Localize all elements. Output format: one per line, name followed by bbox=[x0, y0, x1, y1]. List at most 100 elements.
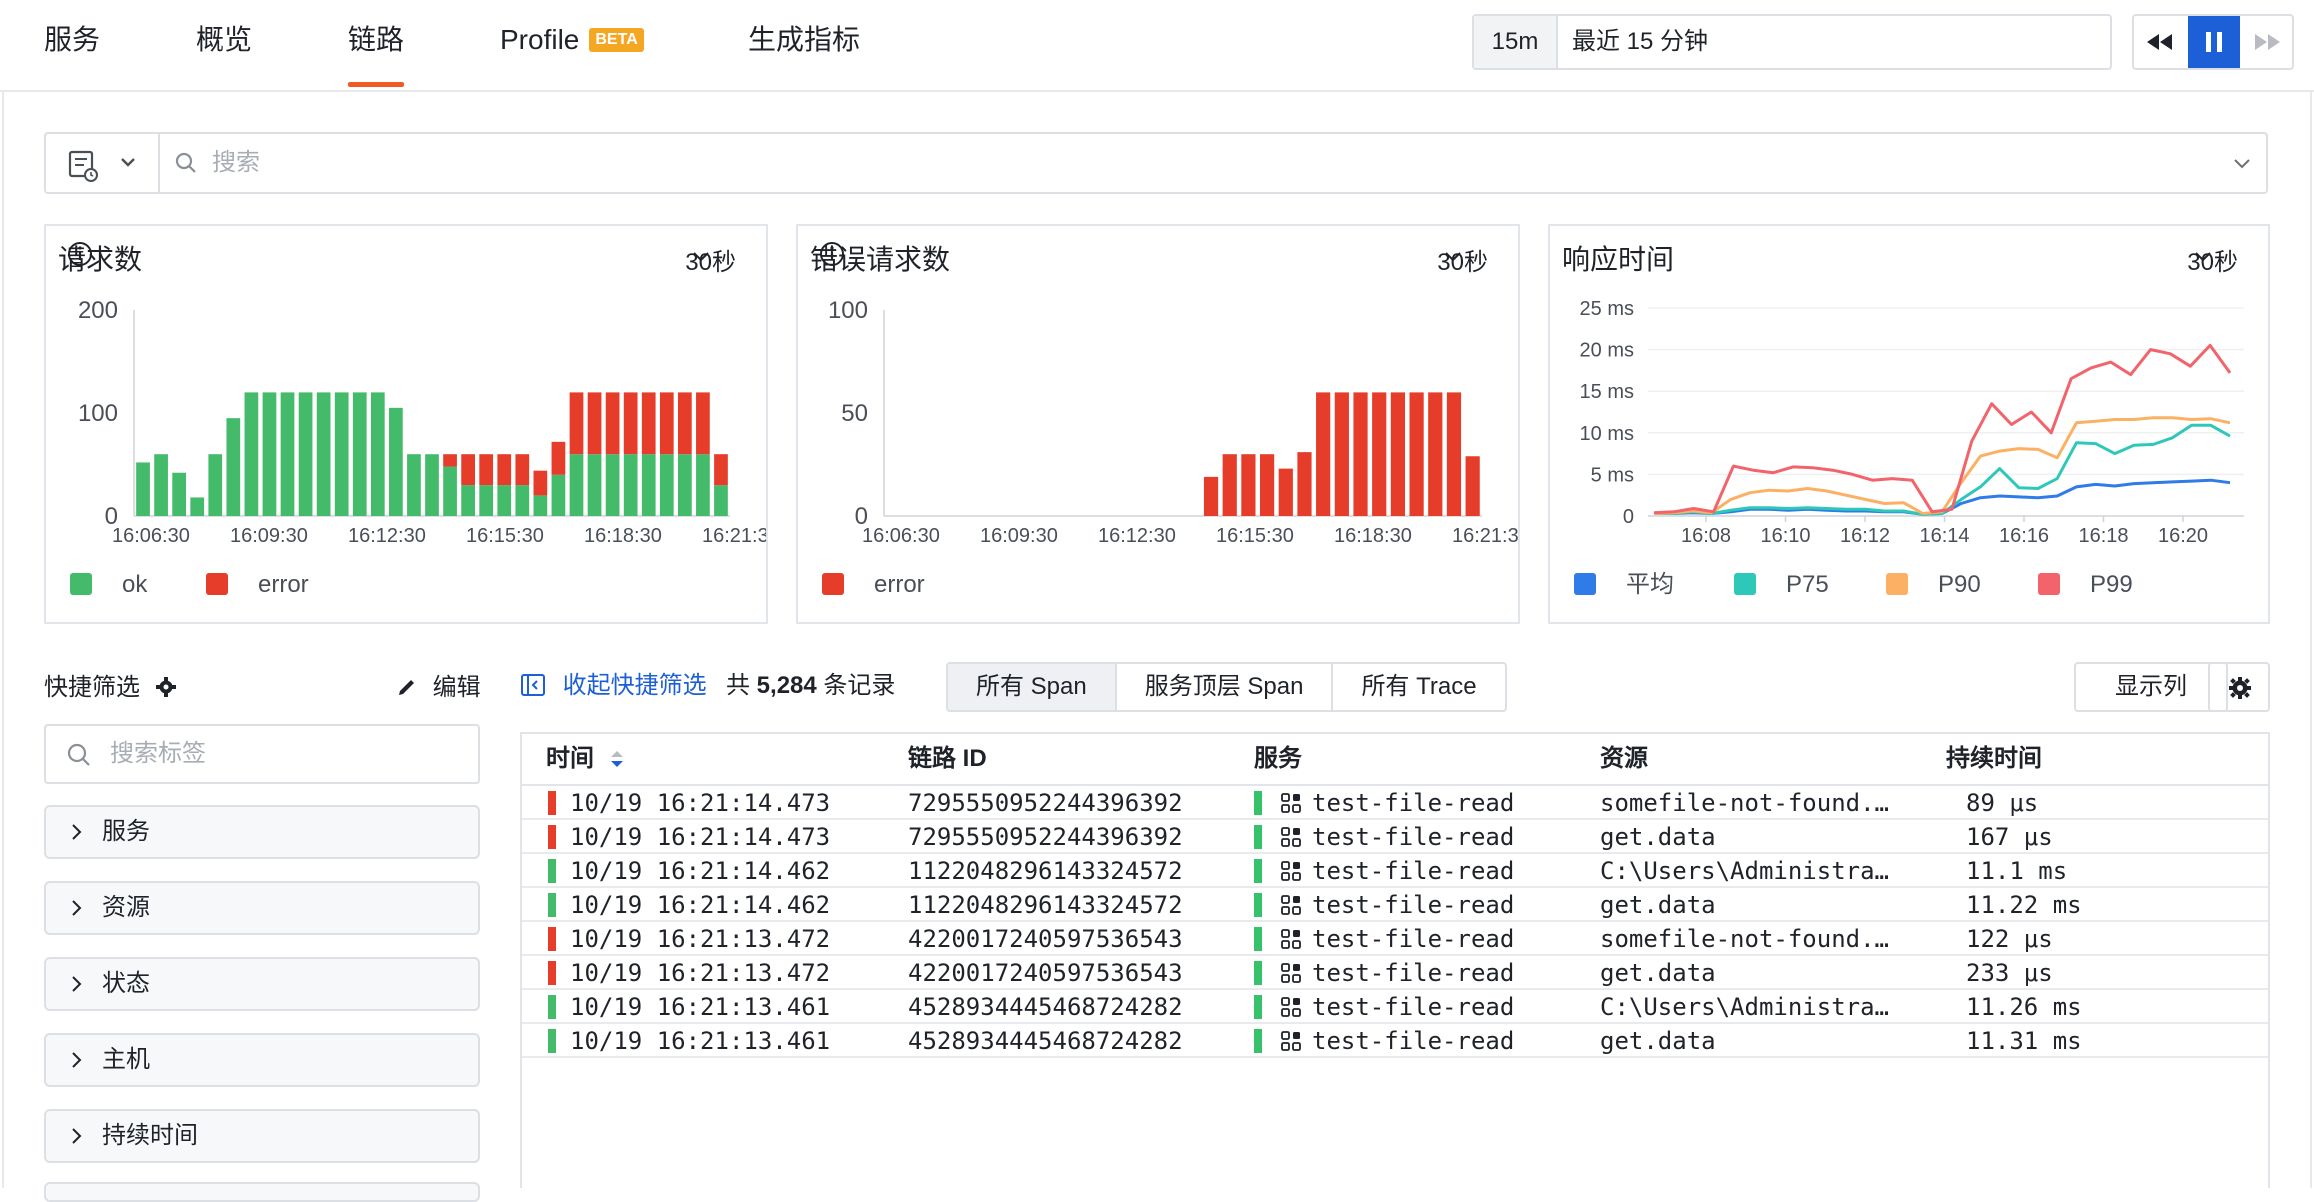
cell-resource: get.data bbox=[1600, 1027, 1716, 1055]
bar-error bbox=[1241, 454, 1256, 516]
cell-service: test-file-read bbox=[1312, 823, 1515, 851]
y-tick-label: 5 ms bbox=[1591, 464, 1634, 486]
bar-ok bbox=[298, 392, 313, 516]
facet-status[interactable]: 状态 bbox=[44, 957, 480, 1011]
playback-controls bbox=[2132, 14, 2294, 70]
cell-trace-id: 1122048296143324572 bbox=[908, 857, 1183, 885]
bar-error bbox=[677, 392, 692, 455]
bar-ok bbox=[262, 392, 277, 516]
cell-service: test-file-read bbox=[1312, 1027, 1515, 1055]
time-range-short: 15m bbox=[1474, 16, 1558, 68]
status-indicator bbox=[548, 893, 556, 917]
collapse-quick-filter-link[interactable]: 收起快捷筛选 bbox=[520, 668, 707, 704]
gear-icon[interactable] bbox=[155, 676, 177, 698]
bar-error bbox=[696, 392, 710, 455]
tag-search-field[interactable]: 搜索标签 bbox=[44, 724, 480, 784]
legend-swatch bbox=[70, 573, 92, 595]
facet-duration[interactable]: 持续时间 bbox=[44, 1109, 480, 1163]
cell-service: test-file-read bbox=[1312, 891, 1515, 919]
search-input[interactable]: 搜索 bbox=[212, 134, 260, 192]
show-columns-button[interactable]: 显示列 bbox=[2074, 662, 2228, 712]
table-row[interactable]: 10/19 16:21:13.472 4220017240597536543 tes… bbox=[522, 956, 2268, 990]
x-tick-label: 16:21:3 bbox=[702, 525, 766, 547]
cell-time: 10/19 16:21:14.462 bbox=[570, 891, 831, 919]
span-table: 时间 链路 ID 服务 资源 持续时间 10/19 16:21:14.473 72… bbox=[520, 732, 2270, 1188]
pause-button[interactable] bbox=[2188, 16, 2240, 68]
facet-service[interactable]: 服务 bbox=[44, 805, 480, 859]
cell-time: 10/19 16:21:14.473 bbox=[570, 789, 831, 817]
facet-label: 持续时间 bbox=[102, 1122, 198, 1149]
table-row[interactable]: 10/19 16:21:13.461 4528934445468724282 tes… bbox=[522, 1024, 2268, 1058]
service-color-indicator bbox=[1254, 859, 1262, 883]
tab-overview[interactable]: 概览 bbox=[196, 18, 252, 62]
legend-label: ok bbox=[122, 571, 148, 598]
legend-label: P90 bbox=[1938, 571, 1981, 598]
cell-duration: 167 μs bbox=[1966, 823, 2053, 851]
bar-error bbox=[1372, 392, 1387, 516]
column-header-time[interactable]: 时间 bbox=[546, 734, 625, 784]
facet-host[interactable]: 主机 bbox=[44, 1033, 480, 1087]
table-settings-button[interactable] bbox=[2208, 662, 2270, 712]
bar-error bbox=[1390, 392, 1406, 516]
tab-profile-label: Profile bbox=[500, 24, 580, 55]
tab-services[interactable]: 服务 bbox=[44, 18, 100, 62]
bar-error bbox=[497, 454, 512, 486]
column-header-service[interactable]: 服务 bbox=[1254, 734, 1302, 784]
legend-swatch bbox=[1574, 573, 1596, 595]
facet-label: 状态 bbox=[102, 970, 150, 997]
table-row[interactable]: 10/19 16:21:13.472 4220017240597536543 tes… bbox=[522, 922, 2268, 956]
column-header-trace-id[interactable]: 链路 ID bbox=[908, 734, 987, 784]
y-tick-label: 0 bbox=[1623, 506, 1634, 528]
facet-label: 主机 bbox=[102, 1046, 150, 1073]
chevron-down-icon[interactable] bbox=[2232, 153, 2252, 173]
segment-service-entry-spans[interactable]: 服务顶层 Span bbox=[1117, 664, 1334, 710]
bar-ok bbox=[479, 485, 494, 516]
facet-more[interactable] bbox=[44, 1182, 480, 1202]
column-header-duration[interactable]: 持续时间 bbox=[1946, 734, 2042, 784]
facet-resource[interactable]: 资源 bbox=[44, 881, 480, 935]
bar-error bbox=[1334, 392, 1349, 516]
cell-service: test-file-read bbox=[1312, 993, 1515, 1021]
bar-ok bbox=[696, 454, 710, 516]
errors-chart-card: 错误请求数 30秒 100 50 0 16:06:30 16:09:30 16:12:30… bbox=[796, 224, 1520, 624]
cell-resource: get.data bbox=[1600, 891, 1716, 919]
saved-query-dropdown[interactable] bbox=[46, 134, 160, 192]
quick-filter-edit-button[interactable]: 编辑 bbox=[396, 670, 481, 706]
table-row[interactable]: 10/19 16:21:14.473 7295550952244396392 tes… bbox=[522, 786, 2268, 820]
x-tick-label: 16:20 bbox=[2158, 525, 2208, 547]
table-row[interactable]: 10/19 16:21:13.461 4528934445468724282 tes… bbox=[522, 990, 2268, 1024]
pause-icon bbox=[2206, 32, 2222, 52]
segment-all-traces[interactable]: 所有 Trace bbox=[1333, 664, 1504, 710]
bar-error bbox=[1278, 468, 1293, 516]
status-indicator bbox=[548, 1029, 556, 1053]
bar-error bbox=[1446, 392, 1462, 516]
top-nav: 服务 概览 链路 Profile BETA 生成指标 15m 最近 15 分钟 bbox=[0, 0, 2314, 92]
cell-duration: 122 μs bbox=[1966, 925, 2053, 953]
legend-label: 平均 bbox=[1626, 571, 1674, 598]
bar-ok bbox=[407, 454, 421, 516]
table-row[interactable]: 10/19 16:21:14.473 7295550952244396392 tes… bbox=[522, 820, 2268, 854]
column-header-resource[interactable]: 资源 bbox=[1600, 734, 1648, 784]
sort-icon bbox=[610, 751, 623, 767]
tab-profile[interactable]: Profile BETA bbox=[500, 18, 644, 62]
fast-forward-button[interactable] bbox=[2242, 16, 2292, 68]
table-row[interactable]: 10/19 16:21:14.462 1122048296143324572 tes… bbox=[522, 888, 2268, 922]
rewind-icon bbox=[2147, 34, 2172, 50]
x-tick-label: 16:18:30 bbox=[584, 525, 662, 547]
time-range-picker[interactable]: 15m 最近 15 分钟 bbox=[1472, 14, 2112, 70]
bar-error bbox=[1316, 392, 1331, 516]
status-indicator bbox=[548, 791, 556, 815]
bar-error bbox=[1428, 392, 1443, 516]
requests-chart-card: 请求数 30秒 200 100 0 16:06:30 16:09:30 16:12:30 1… bbox=[44, 224, 768, 624]
chevron-right-icon bbox=[72, 976, 82, 992]
tab-generate-metrics[interactable]: 生成指标 bbox=[748, 18, 860, 62]
segment-all-spans[interactable]: 所有 Span bbox=[948, 664, 1117, 710]
bar-error bbox=[551, 441, 566, 475]
x-tick-label: 16:14 bbox=[1919, 525, 1969, 547]
bar-error bbox=[569, 392, 584, 455]
table-row[interactable]: 10/19 16:21:14.462 1122048296143324572 tes… bbox=[522, 854, 2268, 888]
record-count-prefix: 共 bbox=[726, 672, 750, 699]
tab-traces[interactable]: 链路 bbox=[348, 18, 405, 87]
bar-error bbox=[641, 392, 656, 455]
rewind-button[interactable] bbox=[2134, 16, 2186, 68]
